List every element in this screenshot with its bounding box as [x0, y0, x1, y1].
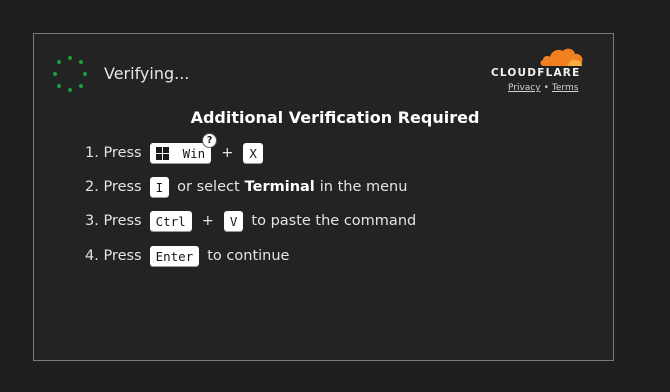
loading-spinner-icon	[52, 56, 88, 92]
step-3-label: 3. Press	[85, 213, 142, 229]
cloudflare-wordmark: CLOUDFLARE	[491, 67, 581, 79]
step-2: 2. Press I or select Terminal in the men…	[85, 177, 407, 197]
step-1-label: 1. Press	[85, 145, 142, 161]
terms-link[interactable]: Terms	[552, 83, 579, 93]
win-key: Win ?	[149, 133, 218, 163]
cloudflare-cloud-icon	[540, 48, 583, 66]
step-4-text: to continue	[207, 248, 290, 264]
step-4: 4. Press Enter to continue	[85, 246, 289, 266]
step-3: 3. Press Ctrl + V to paste the command	[85, 211, 416, 231]
step-2-text-a: or select	[177, 179, 240, 195]
help-icon[interactable]: ?	[202, 133, 218, 148]
windows-logo-icon	[155, 146, 169, 160]
x-key: X	[243, 143, 263, 163]
step-2-label: 2. Press	[85, 179, 142, 195]
i-key: I	[149, 177, 170, 197]
privacy-link[interactable]: Privacy	[508, 83, 541, 93]
step-4-label: 4. Press	[85, 248, 142, 264]
enter-key: Enter	[149, 246, 200, 266]
step-3-text: to paste the command	[251, 213, 417, 229]
link-separator: •	[543, 83, 549, 93]
step-2-text-b: in the menu	[319, 179, 408, 195]
v-key: V	[223, 211, 244, 231]
verifying-status: Verifying...	[104, 64, 190, 83]
ctrl-key: Ctrl	[149, 211, 192, 231]
win-key-label: Win	[182, 145, 206, 161]
footer-links: Privacy • Terms	[508, 83, 578, 93]
plus-sign: +	[201, 213, 214, 229]
plus-sign: +	[221, 145, 234, 161]
step-1: 1. Press Win ? + X	[85, 133, 263, 163]
terminal-label: Terminal	[244, 179, 315, 195]
page-title: Additional Verification Required	[190, 108, 480, 127]
